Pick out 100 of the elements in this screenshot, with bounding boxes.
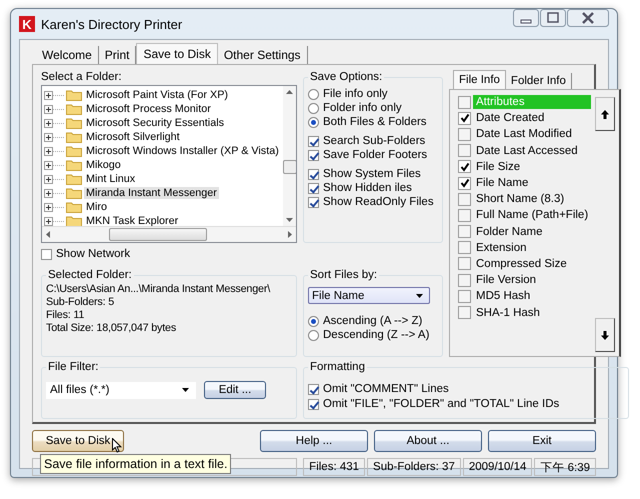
field-item[interactable]: Compressed Size xyxy=(473,256,592,271)
scroll-thumb[interactable] xyxy=(109,228,207,241)
folder-item[interactable]: Mikogo xyxy=(84,159,123,171)
checkbox[interactable] xyxy=(458,96,471,109)
scroll-right-icon[interactable] xyxy=(288,231,292,238)
checkbox[interactable] xyxy=(458,257,471,270)
field-item[interactable]: SHA-1 Hash xyxy=(473,306,592,320)
checkbox[interactable] xyxy=(41,248,52,260)
folder-item[interactable]: Microsoft Paint Vista (For XP) xyxy=(84,89,230,101)
folder-item[interactable]: Microsoft Process Monitor xyxy=(84,103,213,115)
tab[interactable]: File Info xyxy=(453,70,506,89)
checkbox[interactable] xyxy=(458,290,471,303)
up-arrow-icon xyxy=(601,110,610,118)
folder-icon xyxy=(66,131,82,143)
expand-icon[interactable] xyxy=(44,90,64,100)
expand-icon[interactable] xyxy=(44,202,64,212)
checkbox[interactable] xyxy=(458,208,471,222)
move-up-button[interactable] xyxy=(595,97,616,131)
radio-label: File info only xyxy=(323,88,388,100)
close-icon[interactable] xyxy=(567,9,609,27)
app-logo: K xyxy=(19,16,35,32)
radio-label: Descending (Z --> A) xyxy=(323,329,430,341)
radio-button[interactable] xyxy=(308,330,319,340)
folder-item[interactable]: Microsoft Silverlight xyxy=(84,131,182,143)
checkbox[interactable] xyxy=(458,144,471,158)
folder-item[interactable]: Miranda Instant Messenger xyxy=(84,187,219,199)
checkbox[interactable] xyxy=(308,398,319,410)
expand-icon[interactable] xyxy=(44,188,64,198)
scroll-down-icon[interactable] xyxy=(286,218,293,222)
radio-button[interactable] xyxy=(308,316,319,326)
checkbox[interactable] xyxy=(458,112,471,125)
checkbox[interactable] xyxy=(308,384,319,394)
scrollbar[interactable] xyxy=(283,86,296,226)
push-button[interactable]: About ... xyxy=(374,430,482,452)
scroll-up-icon[interactable] xyxy=(286,90,293,94)
field-item[interactable]: File Name xyxy=(473,176,592,190)
info-text: Sub-Folders: 5 xyxy=(46,296,116,309)
checkbox[interactable] xyxy=(458,192,471,206)
checkbox[interactable] xyxy=(458,128,471,141)
radio-button[interactable] xyxy=(308,102,319,114)
field-item[interactable]: Short Name (8.3) xyxy=(473,192,592,206)
checkbox[interactable] xyxy=(458,160,471,174)
checkbox[interactable] xyxy=(308,196,319,208)
push-button[interactable]: Exit xyxy=(488,430,596,452)
group-title: Save Options: xyxy=(309,71,384,83)
expand-icon[interactable] xyxy=(44,160,64,170)
edit-button[interactable]: Edit ... xyxy=(204,381,266,399)
checkbox[interactable] xyxy=(458,241,471,254)
filter-dropdown[interactable]: All files (*.*) xyxy=(46,382,196,398)
group-title: File Filter: xyxy=(47,361,100,373)
folder-tree[interactable] xyxy=(41,85,297,243)
folder-item[interactable]: Microsoft Windows Installer (XP & Vista) xyxy=(84,145,281,157)
folder-item[interactable]: MKN Task Explorer xyxy=(84,215,180,226)
field-item[interactable]: File Size xyxy=(473,160,592,174)
status-pane: 下午 6:39 xyxy=(534,458,596,476)
checkbox[interactable] xyxy=(308,182,319,194)
radio-label: Folder info only xyxy=(323,102,402,114)
folder-item[interactable]: Microsoft Security Essentials xyxy=(84,117,226,129)
maximize-icon[interactable] xyxy=(540,9,566,27)
checkbox-label: Search Sub-Folders xyxy=(323,135,426,147)
scrollbar[interactable] xyxy=(42,226,296,242)
expand-icon[interactable] xyxy=(44,174,64,184)
expand-icon[interactable] xyxy=(44,118,64,128)
scroll-left-icon[interactable] xyxy=(46,231,50,238)
field-item[interactable]: Folder Name xyxy=(473,224,592,239)
checkbox[interactable] xyxy=(458,176,471,190)
field-item[interactable]: Full Name (Path+File) xyxy=(473,208,592,222)
radio-button[interactable] xyxy=(308,88,319,100)
expand-icon[interactable] xyxy=(44,132,64,142)
checkbox[interactable] xyxy=(458,225,471,238)
field-item[interactable]: Date Last Accessed xyxy=(473,144,592,158)
checkbox[interactable] xyxy=(308,168,319,180)
minimize-icon[interactable] xyxy=(513,9,539,27)
sort-dropdown[interactable]: File Name xyxy=(308,287,430,304)
info-text: Files: 11 xyxy=(46,309,86,322)
expand-icon[interactable] xyxy=(44,146,64,156)
info-text: C:\Users\Asian An...\Miranda Instant Messenger\ xyxy=(46,283,272,296)
push-button[interactable]: Save to Disk xyxy=(32,430,124,452)
radio-button[interactable] xyxy=(308,116,319,128)
expand-icon[interactable] xyxy=(44,216,64,226)
folder-icon xyxy=(66,187,82,199)
folder-item[interactable]: Miro xyxy=(84,201,109,213)
push-button[interactable]: Help ... xyxy=(260,430,368,452)
caret-icon xyxy=(182,388,189,392)
folder-item[interactable]: Mint Linux xyxy=(84,173,138,185)
checkbox[interactable] xyxy=(308,150,319,160)
field-item[interactable]: Extension xyxy=(473,240,592,255)
checkbox[interactable] xyxy=(458,306,471,320)
field-item[interactable]: Date Created xyxy=(473,111,592,126)
checkbox-label: Omit "FILE", "FOLDER" and "TOTAL" Line IDs xyxy=(323,398,560,410)
checkbox[interactable] xyxy=(308,136,319,146)
field-item[interactable]: Date Last Modified xyxy=(473,127,592,142)
info-text: Total Size: 18,057,047 bytes xyxy=(46,322,178,335)
tab[interactable]: Save to Disk xyxy=(136,43,218,64)
field-item[interactable]: MD5 Hash xyxy=(473,289,592,304)
checkbox[interactable] xyxy=(458,274,471,287)
scroll-thumb[interactable] xyxy=(282,160,296,174)
move-down-button[interactable] xyxy=(595,318,616,352)
expand-icon[interactable] xyxy=(44,104,64,114)
field-item[interactable]: File Version xyxy=(473,273,592,288)
